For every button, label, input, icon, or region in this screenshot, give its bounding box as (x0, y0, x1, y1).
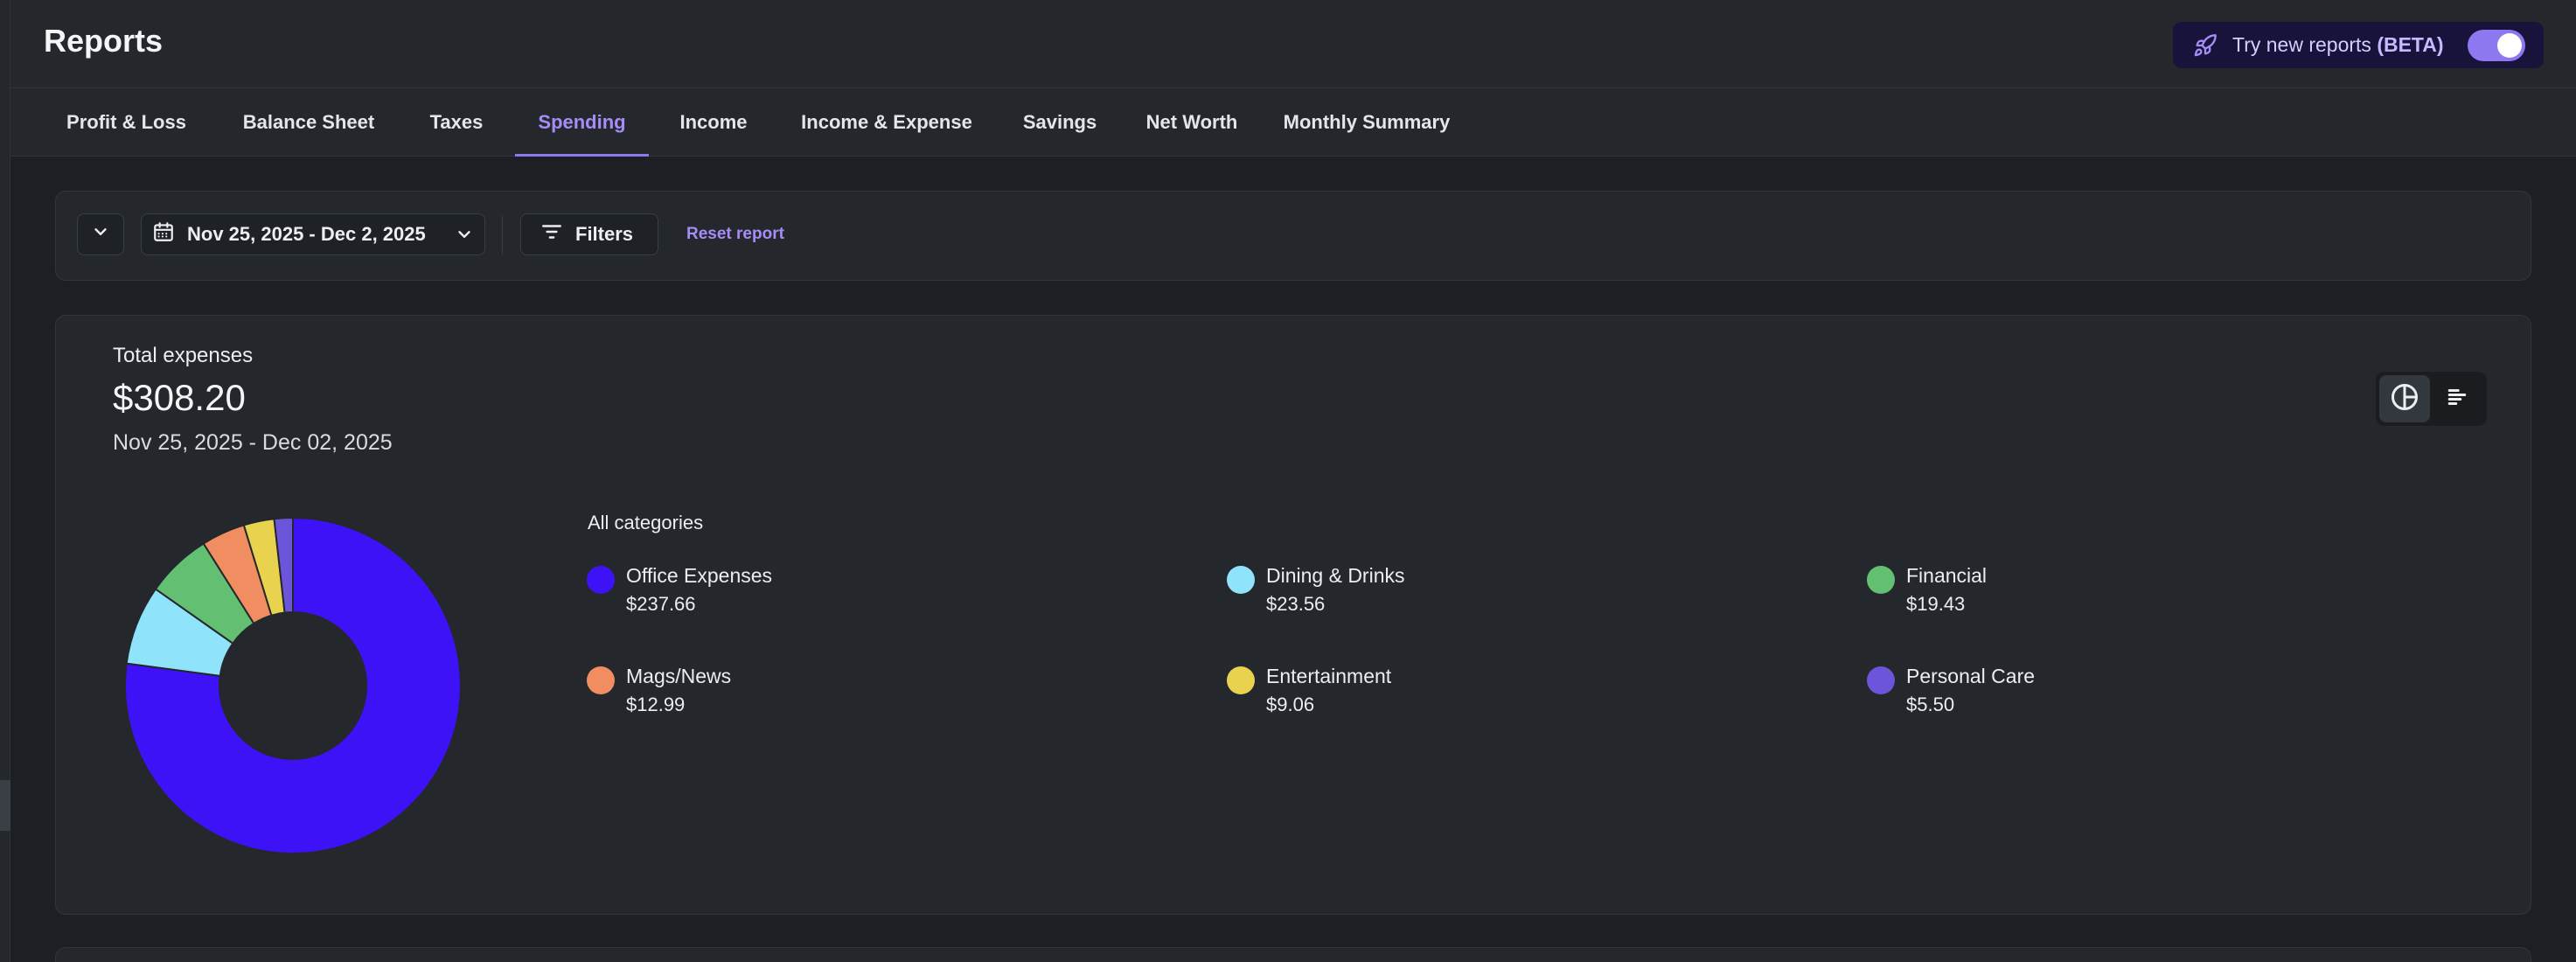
calendar-icon (152, 220, 175, 248)
legend-item-name: Financial (1906, 564, 1988, 587)
rocket-icon (2192, 32, 2218, 59)
tab-spending[interactable]: Spending (515, 88, 649, 157)
legend-item-amount: $9.06 (1266, 694, 1315, 715)
filter-icon (540, 220, 563, 248)
beta-label: Try new reports (BETA) (2232, 33, 2444, 57)
legend-item-name: Office Expenses (626, 564, 773, 587)
tab-income-expense[interactable]: Income & Expense (795, 88, 978, 157)
report-tabs: Profit & Loss Balance Sheet Taxes Spendi… (10, 88, 2576, 157)
beta-label-prefix: Try new reports (2232, 33, 2378, 56)
tab-monthly-summary[interactable]: Monthly Summary (1276, 88, 1458, 157)
legend-color-dot (1227, 566, 1255, 594)
chart-view-toggle (2376, 372, 2487, 426)
legend-item-name: Entertainment (1266, 665, 1392, 687)
chevron-down-icon (455, 225, 474, 249)
legend-item-amount: $237.66 (626, 593, 696, 615)
legend-color-dot (587, 566, 615, 594)
legend-item-amount: $5.50 (1906, 694, 1955, 715)
filters-button[interactable]: Filters (520, 213, 658, 255)
legend-color-dot (1867, 666, 1895, 694)
total-expenses-value: $308.20 (113, 377, 246, 418)
tab-net-worth[interactable]: Net Worth (1138, 88, 1245, 157)
total-expenses-range: Nov 25, 2025 - Dec 02, 2025 (113, 430, 393, 455)
legend-item-office-expenses[interactable]: Office Expenses $237.66 (587, 561, 1111, 622)
date-range-label: Nov 25, 2025 - Dec 2, 2025 (187, 223, 426, 245)
page-title: Reports (44, 23, 164, 59)
beta-label-badge: (BETA) (2377, 33, 2444, 56)
collapse-button[interactable] (77, 213, 124, 255)
reports-app: Reports Try new reports (BETA) Profit & … (0, 0, 2576, 962)
divider (502, 216, 503, 254)
legend-item-amount: $19.43 (1906, 593, 1966, 615)
legend-item-amount: $12.99 (626, 694, 686, 715)
bar-view-button[interactable] (2432, 375, 2482, 422)
tab-savings[interactable]: Savings (1017, 88, 1103, 157)
reset-report-link[interactable]: Reset report (686, 225, 784, 244)
legend-item-dining-drinks[interactable]: Dining & Drinks $23.56 (1227, 561, 1751, 622)
legend-color-dot (1867, 566, 1895, 594)
pie-chart-icon (2389, 381, 2420, 417)
next-report-card (55, 947, 2531, 962)
legend-color-dot (1227, 666, 1255, 694)
filter-bar: Nov 25, 2025 - Dec 2, 2025 Filters Reset… (55, 191, 2531, 281)
chevron-down-icon (91, 222, 110, 247)
toggle-knob (2497, 33, 2522, 58)
legend-item-name: Dining & Drinks (1266, 564, 1405, 587)
legend-item-amount: $23.56 (1266, 593, 1326, 615)
total-expenses-label: Total expenses (113, 344, 254, 367)
date-range-picker[interactable]: Nov 25, 2025 - Dec 2, 2025 (141, 213, 485, 255)
pie-view-button[interactable] (2379, 375, 2430, 422)
bar-chart-icon (2444, 384, 2470, 415)
legend-item-financial[interactable]: Financial $19.43 (1867, 561, 2392, 622)
tab-profit-loss[interactable]: Profit & Loss (66, 88, 187, 157)
legend-item-personal-care[interactable]: Personal Care $5.50 (1867, 661, 2392, 722)
legend-item-entertainment[interactable]: Entertainment $9.06 (1227, 661, 1751, 722)
sidebar-resize-handle[interactable] (0, 780, 10, 831)
legend-item-mags-news[interactable]: Mags/News $12.99 (587, 661, 1111, 722)
tab-income[interactable]: Income (673, 88, 754, 157)
beta-toggle-switch[interactable] (2468, 30, 2525, 61)
legend-item-name: Mags/News (626, 665, 732, 687)
spending-chart-card: Total expenses $308.20 Nov 25, 2025 - De… (55, 315, 2531, 915)
tab-taxes[interactable]: Taxes (421, 88, 491, 157)
legend-color-dot (587, 666, 615, 694)
spending-donut-chart (124, 516, 462, 854)
try-new-reports-toggle-pill[interactable]: Try new reports (BETA) (2173, 22, 2544, 68)
legend-title: All categories (588, 512, 704, 533)
tab-balance-sheet[interactable]: Balance Sheet (227, 88, 390, 157)
page-header: Reports Try new reports (BETA) (10, 0, 2576, 88)
legend-item-name: Personal Care (1906, 665, 2036, 687)
left-sidebar-edge (0, 0, 10, 962)
filters-label: Filters (575, 223, 634, 245)
